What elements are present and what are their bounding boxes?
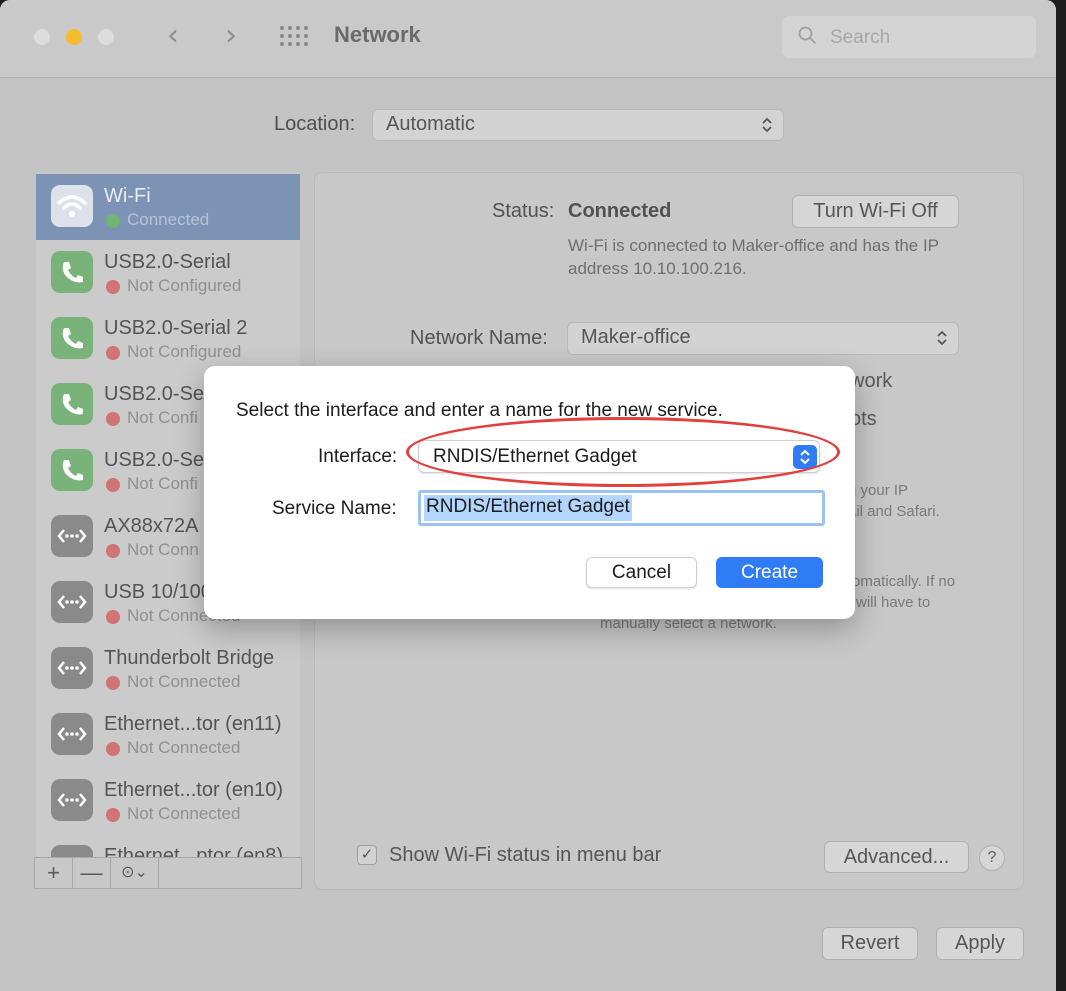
help-button[interactable]: ? <box>979 845 1005 871</box>
apply-button[interactable]: Apply <box>936 927 1024 960</box>
status-dot <box>106 412 120 426</box>
partial-text: will have to <box>856 594 931 611</box>
service-name-label: Service Name: <box>272 498 397 519</box>
add-service-button[interactable]: + <box>35 858 73 888</box>
close-window-button[interactable] <box>34 29 50 45</box>
revert-button[interactable]: Revert <box>822 927 918 960</box>
up-down-chevron-icon <box>793 445 817 469</box>
service-name-selected-text: RNDIS/Ethernet Gadget <box>424 495 632 521</box>
create-button[interactable]: Create <box>716 557 823 588</box>
sheet-message: Select the interface and enter a name fo… <box>236 400 723 421</box>
status-dot <box>106 808 120 822</box>
phone-icon <box>51 251 93 293</box>
service-status: Not Connected <box>127 738 241 757</box>
service-list-toolbar: + — ⊙⌄ <box>34 857 302 889</box>
service-name: Wi-Fi <box>104 185 151 207</box>
search-field[interactable]: Search <box>782 16 1036 58</box>
partial-text: g your IP <box>848 482 909 499</box>
service-status: Not Connected <box>127 672 241 691</box>
status-dot <box>106 742 120 756</box>
service-name: Ethernet...tor (en10) <box>104 779 283 801</box>
ethernet-icon <box>51 779 93 821</box>
service-status: Not Configured <box>127 342 242 361</box>
ethernet-icon <box>51 581 93 623</box>
network-name-label: Network Name: <box>410 327 548 349</box>
show-wifi-status-checkbox[interactable]: ✓ <box>357 845 377 865</box>
search-placeholder: Search <box>830 27 891 48</box>
interface-label: Interface: <box>318 446 398 467</box>
window-title: Network <box>334 22 421 47</box>
status-dot <box>106 280 120 294</box>
turn-wifi-off-button[interactable]: Turn Wi-Fi Off <box>792 195 959 228</box>
service-name: Ethernet...tor (en11) <box>104 713 282 735</box>
show-all-grid-icon[interactable] <box>280 26 310 48</box>
status-dot <box>106 676 120 690</box>
status-dot <box>106 544 120 558</box>
service-item-ethernet-en11[interactable]: Ethernet...tor (en11) Not Connected <box>36 702 300 768</box>
partial-text: work <box>850 370 893 392</box>
service-name: USB2.0-Se <box>104 449 205 471</box>
cancel-button[interactable]: Cancel <box>586 557 697 588</box>
service-name: Thunderbolt Bridge <box>104 647 275 669</box>
status-label: Status: <box>492 200 555 222</box>
location-value: Automatic <box>386 113 475 135</box>
action-menu-button[interactable]: ⊙⌄ <box>111 858 159 888</box>
advanced-button[interactable]: Advanced... <box>824 841 969 873</box>
ethernet-icon <box>51 713 93 755</box>
phone-icon <box>51 449 93 491</box>
remove-service-button[interactable]: — <box>73 858 111 888</box>
service-item-ethernet-en8[interactable]: Ethernet...ptor (en8) <box>36 834 300 858</box>
location-popup[interactable]: Automatic <box>372 109 784 141</box>
forward-chevron-icon[interactable]: › <box>216 21 246 52</box>
service-name: USB2.0-Serial <box>104 251 231 273</box>
status-dot <box>106 346 120 360</box>
service-status: Not Conn <box>127 540 199 559</box>
service-status: Connected <box>127 210 210 229</box>
network-name-popup[interactable]: Maker-office <box>567 322 959 355</box>
status-value: Connected <box>568 200 672 222</box>
partial-text: ail and Safari. <box>848 503 940 520</box>
ethernet-icon <box>51 515 93 557</box>
status-description: Wi-Fi is connected to Maker-office and h… <box>568 236 939 278</box>
service-name: AX88x72A <box>104 515 199 537</box>
ethernet-icon <box>51 647 93 689</box>
service-status: Not Confi <box>127 474 198 493</box>
partial-text: omatically. If no <box>852 573 956 590</box>
show-wifi-status-label: Show Wi-Fi status in menu bar <box>389 844 662 866</box>
phone-icon <box>51 317 93 359</box>
service-item-usb-serial-2[interactable]: USB2.0-Serial 2 Not Configured <box>36 306 300 372</box>
wifi-icon <box>51 185 93 227</box>
service-status: Not Configured <box>127 276 242 295</box>
minimize-window-button[interactable] <box>66 29 82 45</box>
status-dot <box>106 478 120 492</box>
service-item-usb-serial[interactable]: USB2.0-Serial Not Configured <box>36 240 300 306</box>
service-status: Not Connected <box>127 804 241 823</box>
network-preferences-window: ‹ › Network Search Location: Automatic W… <box>0 0 1056 991</box>
service-status: Not Confi <box>127 408 198 427</box>
network-name-value: Maker-office <box>581 326 691 348</box>
service-item-wifi[interactable]: Wi-Fi Connected <box>36 174 300 240</box>
service-item-ethernet-en10[interactable]: Ethernet...tor (en10) Not Connected <box>36 768 300 834</box>
service-name: USB2.0-Se <box>104 383 205 405</box>
interface-popup[interactable]: RNDIS/Ethernet Gadget <box>418 440 820 473</box>
zoom-window-button[interactable] <box>98 29 114 45</box>
location-label: Location: <box>274 113 356 135</box>
title-bar: ‹ › Network Search <box>0 0 1056 78</box>
status-dot <box>106 214 120 228</box>
status-dot <box>106 610 120 624</box>
up-down-chevron-icon <box>937 330 947 346</box>
service-item-thunderbolt-bridge[interactable]: Thunderbolt Bridge Not Connected <box>36 636 300 702</box>
search-icon <box>798 26 816 44</box>
back-chevron-icon[interactable]: ‹ <box>158 21 188 52</box>
new-service-sheet: Select the interface and enter a name fo… <box>204 366 855 619</box>
service-name: USB 10/100 <box>104 581 212 603</box>
interface-value: RNDIS/Ethernet Gadget <box>433 446 637 467</box>
up-down-chevron-icon <box>762 117 772 133</box>
service-name: USB2.0-Serial 2 <box>104 317 248 339</box>
phone-icon <box>51 383 93 425</box>
